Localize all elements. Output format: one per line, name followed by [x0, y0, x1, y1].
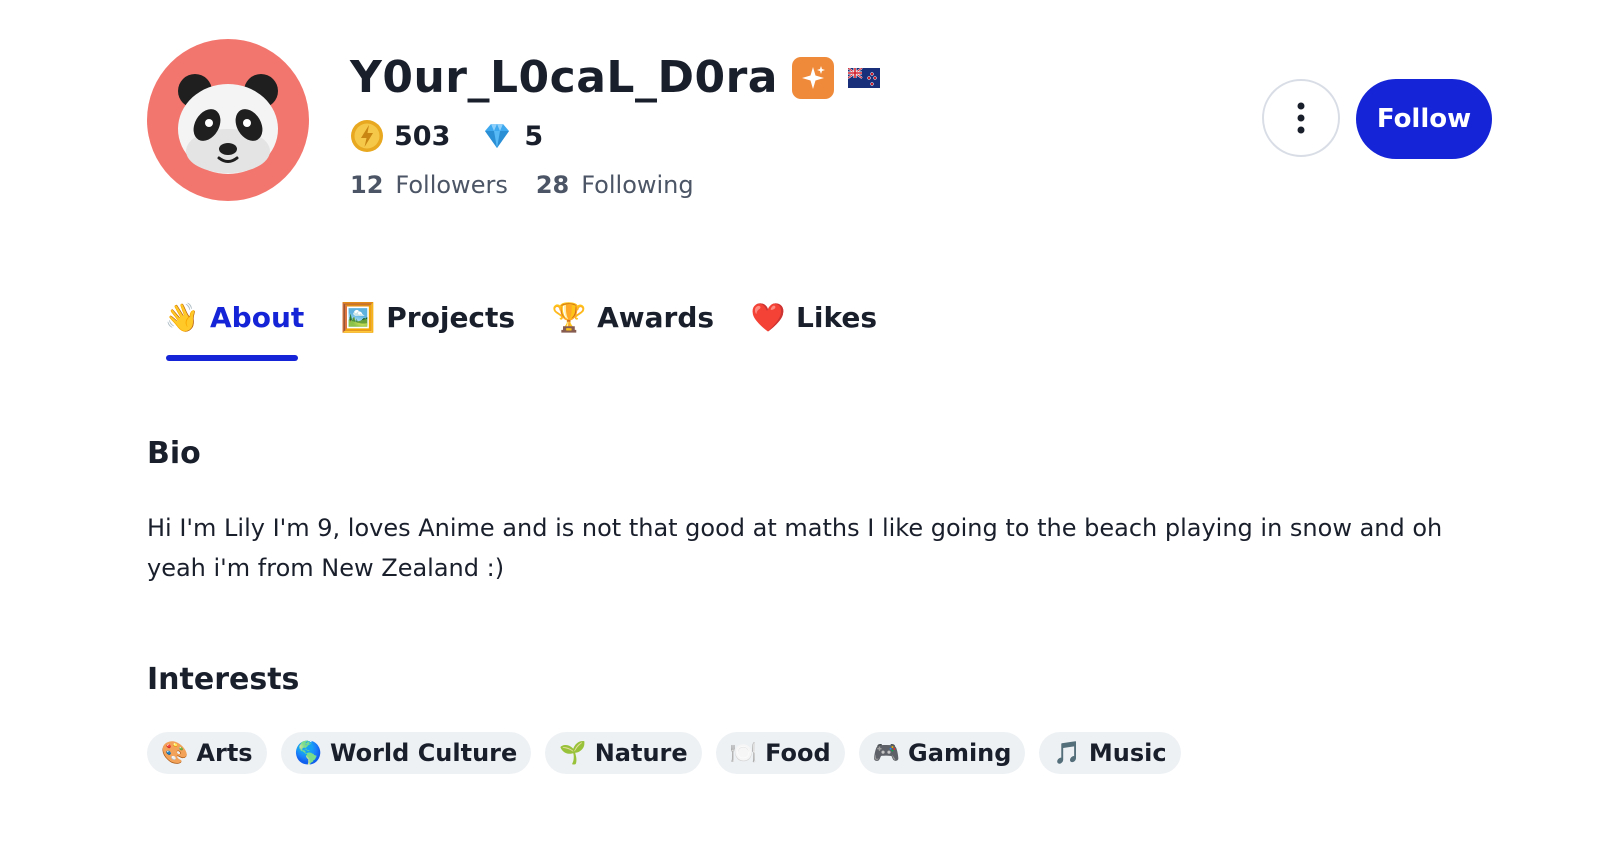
chip-label: Arts — [196, 739, 253, 767]
seedling-icon: 🌱 — [559, 740, 587, 766]
avatar[interactable] — [147, 39, 309, 201]
tab-projects[interactable]: 🖼️ Projects — [340, 292, 516, 342]
plate-icon: 🍽️ — [729, 740, 758, 766]
coins-count: 503 — [394, 120, 451, 152]
heart-icon: ❤️ — [750, 300, 786, 334]
interest-chip-gaming[interactable]: 🎮 Gaming — [858, 732, 1026, 774]
bio-text: Hi I'm Lily I'm 9, loves Anime and is no… — [147, 514, 1443, 582]
active-tab-indicator — [166, 355, 298, 361]
new-zealand-flag-icon — [848, 68, 880, 88]
following-count[interactable]: 28 — [536, 171, 569, 199]
diamond-icon — [485, 124, 510, 148]
username-row: Y0ur_L0caL_D0ra — [350, 50, 880, 106]
followers-count[interactable]: 12 — [350, 171, 383, 199]
followers-link[interactable]: Followers — [395, 171, 507, 199]
interest-chip-arts[interactable]: 🎨 Arts — [147, 732, 267, 774]
interest-chip-nature[interactable]: 🌱 Nature — [545, 732, 702, 774]
waving-hand-icon: 👋 — [164, 300, 200, 334]
game-controller-icon: 🎮 — [872, 740, 901, 766]
tab-label: About — [210, 300, 305, 334]
music-note-icon: 🎵 — [1053, 740, 1081, 766]
username: Y0ur_L0caL_D0ra — [350, 52, 778, 103]
more-options-button[interactable] — [1262, 79, 1340, 157]
tab-label: Projects — [386, 300, 516, 334]
trophy-icon: 🏆 — [551, 300, 587, 334]
profile-page: Y0ur_L0caL_D0ra 503 5 12 Followers 28 Fo… — [0, 0, 1600, 852]
chip-label: Gaming — [908, 739, 1012, 767]
panda-avatar-icon — [178, 74, 278, 174]
tab-about[interactable]: 👋 About — [164, 292, 305, 342]
tab-awards[interactable]: 🏆 Awards — [551, 292, 715, 342]
bio-heading: Bio — [147, 436, 201, 471]
chip-label: Music — [1088, 739, 1167, 767]
chip-label: Food — [765, 739, 831, 767]
interest-chip-music[interactable]: 🎵 Music — [1039, 732, 1181, 774]
follow-stats: 12 Followers 28 Following — [350, 168, 694, 202]
sparkle-icon — [792, 57, 834, 99]
palette-icon: 🎨 — [161, 740, 189, 766]
interests-list: 🎨 Arts 🌎 World Culture 🌱 Nature 🍽️ Food … — [147, 732, 1181, 774]
follow-button[interactable]: Follow — [1356, 79, 1492, 159]
interest-chip-world-culture[interactable]: 🌎 World Culture — [280, 732, 532, 774]
stats-row: 503 5 — [350, 117, 543, 155]
lightning-coin-icon — [351, 120, 383, 152]
tab-likes[interactable]: ❤️ Likes — [750, 292, 878, 342]
chip-label: World Culture — [329, 739, 518, 767]
tab-label: Likes — [796, 300, 878, 334]
tab-label: Awards — [597, 300, 715, 334]
profile-tabs: 👋 About 🖼️ Projects 🏆 Awards ❤️ Likes — [164, 292, 915, 342]
interests-heading: Interests — [147, 662, 300, 697]
globe-icon: 🌎 — [294, 740, 322, 766]
picture-icon: 🖼️ — [340, 300, 376, 334]
gems-count: 5 — [524, 120, 544, 152]
interest-chip-food[interactable]: 🍽️ Food — [715, 732, 845, 774]
chip-label: Nature — [594, 739, 688, 767]
following-link[interactable]: Following — [581, 171, 693, 199]
more-vertical-icon — [1297, 102, 1305, 134]
